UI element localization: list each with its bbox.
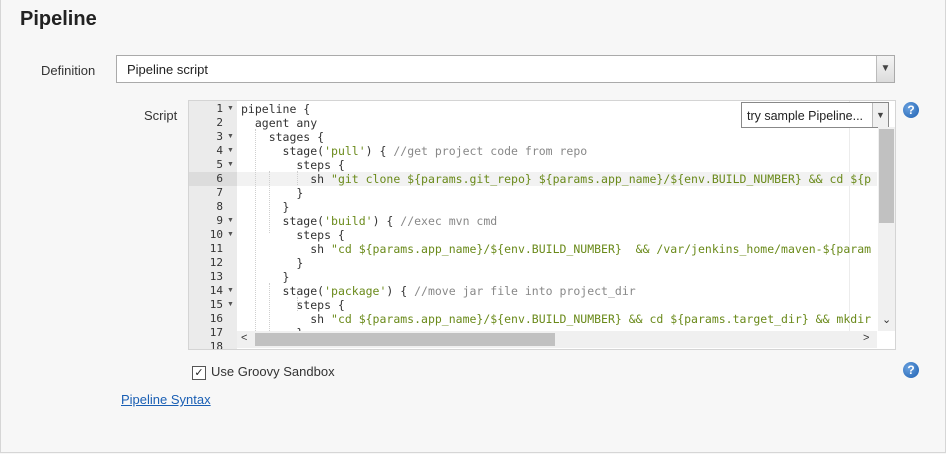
code-line: steps {: [241, 228, 345, 242]
code-token: }: [241, 256, 304, 270]
line-number: 5: [216, 158, 223, 171]
script-label: Script: [144, 108, 178, 123]
code-token: pipeline {: [241, 102, 311, 116]
chevron-down-icon: ▼: [876, 56, 894, 82]
code-token: //exec mvn cmd: [400, 214, 498, 228]
checkmark-icon: ✓: [194, 367, 204, 379]
definition-label: Definition: [41, 63, 96, 78]
line-number: 17: [209, 326, 223, 339]
line-number: 18: [209, 340, 223, 350]
code-token: 'package': [324, 284, 387, 298]
code-token: }: [241, 200, 290, 214]
code-line: sh "cd ${params.app_name}/${env.BUILD_NU…: [241, 242, 871, 256]
indent-guide: [269, 171, 270, 233]
line-number: 3: [216, 130, 223, 143]
line-number: 13: [209, 270, 223, 283]
line-number: 9: [216, 214, 223, 227]
code-token: }: [241, 270, 290, 284]
editor-horizontal-scrollbar[interactable]: < >: [237, 331, 877, 348]
scroll-down-arrow[interactable]: ⌄: [882, 313, 891, 326]
sandbox-label: Use Groovy Sandbox: [211, 364, 335, 379]
code-token: 'build': [324, 214, 373, 228]
code-line: stage('package') { //move jar file into …: [241, 284, 636, 298]
code-line: steps {: [241, 158, 345, 172]
code-token: stage(: [241, 214, 325, 228]
indent-guide: [255, 129, 256, 331]
definition-select[interactable]: Pipeline script ▼: [116, 55, 895, 83]
line-number: 15: [209, 298, 223, 311]
code-token: "cd ${params.app_name}/${env.BUILD_NUMBE…: [331, 242, 872, 256]
line-number: 8: [216, 200, 223, 213]
horizontal-scroll-thumb[interactable]: [255, 333, 555, 346]
editor-vertical-scrollbar[interactable]: ⌄: [878, 127, 895, 331]
code-token: ) {: [386, 284, 415, 298]
scroll-left-arrow[interactable]: <: [241, 332, 247, 344]
code-line: }: [241, 270, 290, 284]
line-number: 4: [216, 144, 223, 157]
fold-arrow-icon[interactable]: ▼: [227, 217, 234, 224]
fold-arrow-icon[interactable]: ▼: [227, 287, 234, 294]
indent-guide: [297, 297, 298, 311]
line-number: 2: [216, 116, 223, 129]
code-line: }: [241, 200, 290, 214]
code-line: agent any: [241, 116, 317, 130]
code-line: stage('build') { //exec mvn cmd: [241, 214, 498, 228]
line-number: 7: [216, 186, 223, 199]
fold-arrow-icon[interactable]: ▼: [227, 147, 234, 154]
line-number: 11: [209, 242, 223, 255]
help-icon[interactable]: ?: [903, 362, 919, 378]
sandbox-checkbox[interactable]: ✓: [192, 366, 206, 380]
fold-arrow-icon[interactable]: ▼: [227, 105, 234, 112]
scroll-right-arrow[interactable]: >: [863, 332, 869, 344]
fold-arrow-icon[interactable]: ▼: [227, 301, 234, 308]
sample-pipeline-select[interactable]: try sample Pipeline... ▼: [741, 102, 889, 128]
section-title: Pipeline: [20, 8, 97, 30]
indent-guide: [269, 283, 270, 331]
indent-guide: [297, 171, 298, 185]
editor-gutter: 1 ▼ 2 3 ▼ 4 ▼ 5 ▼ 6 7 8 9 ▼ 10 ▼ 11 12 13 14 ▼ 15 ▼ 16 17 18: [189, 101, 237, 349]
pipeline-syntax-link[interactable]: Pipeline Syntax: [121, 392, 211, 407]
code-token: agent any: [241, 116, 318, 130]
fold-arrow-icon[interactable]: ▼: [227, 231, 234, 238]
script-editor[interactable]: 1 ▼ 2 3 ▼ 4 ▼ 5 ▼ 6 7 8 9 ▼ 10 ▼ 11 12 13 14 ▼ 15 ▼ 16 17 18 pipe…: [188, 100, 896, 350]
line-number: 1: [216, 102, 223, 115]
code-line: steps {: [241, 298, 345, 312]
code-token: steps {: [241, 228, 345, 242]
code-token: steps {: [241, 158, 345, 172]
line-number: 6: [216, 172, 223, 185]
line-number: 16: [209, 312, 223, 325]
sample-pipeline-value: try sample Pipeline...: [747, 109, 864, 123]
code-line: stages {: [241, 130, 324, 144]
code-token: 'pull': [324, 144, 366, 158]
vertical-scroll-thumb[interactable]: [879, 129, 894, 223]
line-number: 14: [209, 284, 223, 297]
code-token: ) {: [365, 144, 394, 158]
code-token: stages {: [241, 130, 325, 144]
code-token: ) {: [372, 214, 401, 228]
print-margin: [849, 101, 850, 331]
code-token: //move jar file into project_dir: [414, 284, 636, 298]
fold-arrow-icon[interactable]: ▼: [227, 133, 234, 140]
chevron-down-icon: ▼: [872, 103, 888, 127]
code-line: }: [241, 256, 303, 270]
code-token: "git clone ${params.git_repo} ${params.a…: [331, 172, 872, 186]
help-icon[interactable]: ?: [903, 102, 919, 118]
code-line: stage('pull') { //get project code from …: [241, 144, 588, 158]
code-line: sh "cd ${params.app_name}/${env.BUILD_NU…: [241, 312, 871, 326]
code-line: pipeline {: [241, 102, 310, 116]
code-token: stage(: [241, 284, 325, 298]
editor-code-area[interactable]: pipeline { agent any stages { stage('pul…: [237, 101, 877, 331]
line-number: 12: [209, 256, 223, 269]
fold-arrow-icon[interactable]: ▼: [227, 161, 234, 168]
code-line: }: [241, 186, 303, 200]
code-line: sh "git clone ${params.git_repo} ${param…: [241, 172, 871, 186]
code-token: stage(: [241, 144, 325, 158]
code-token: }: [241, 186, 304, 200]
code-token: "cd ${params.app_name}/${env.BUILD_NUMBE…: [331, 312, 872, 326]
definition-value: Pipeline script: [127, 62, 208, 77]
code-token: //get project code from repo: [393, 144, 588, 158]
code-token: steps {: [241, 298, 345, 312]
line-number: 10: [209, 228, 223, 241]
